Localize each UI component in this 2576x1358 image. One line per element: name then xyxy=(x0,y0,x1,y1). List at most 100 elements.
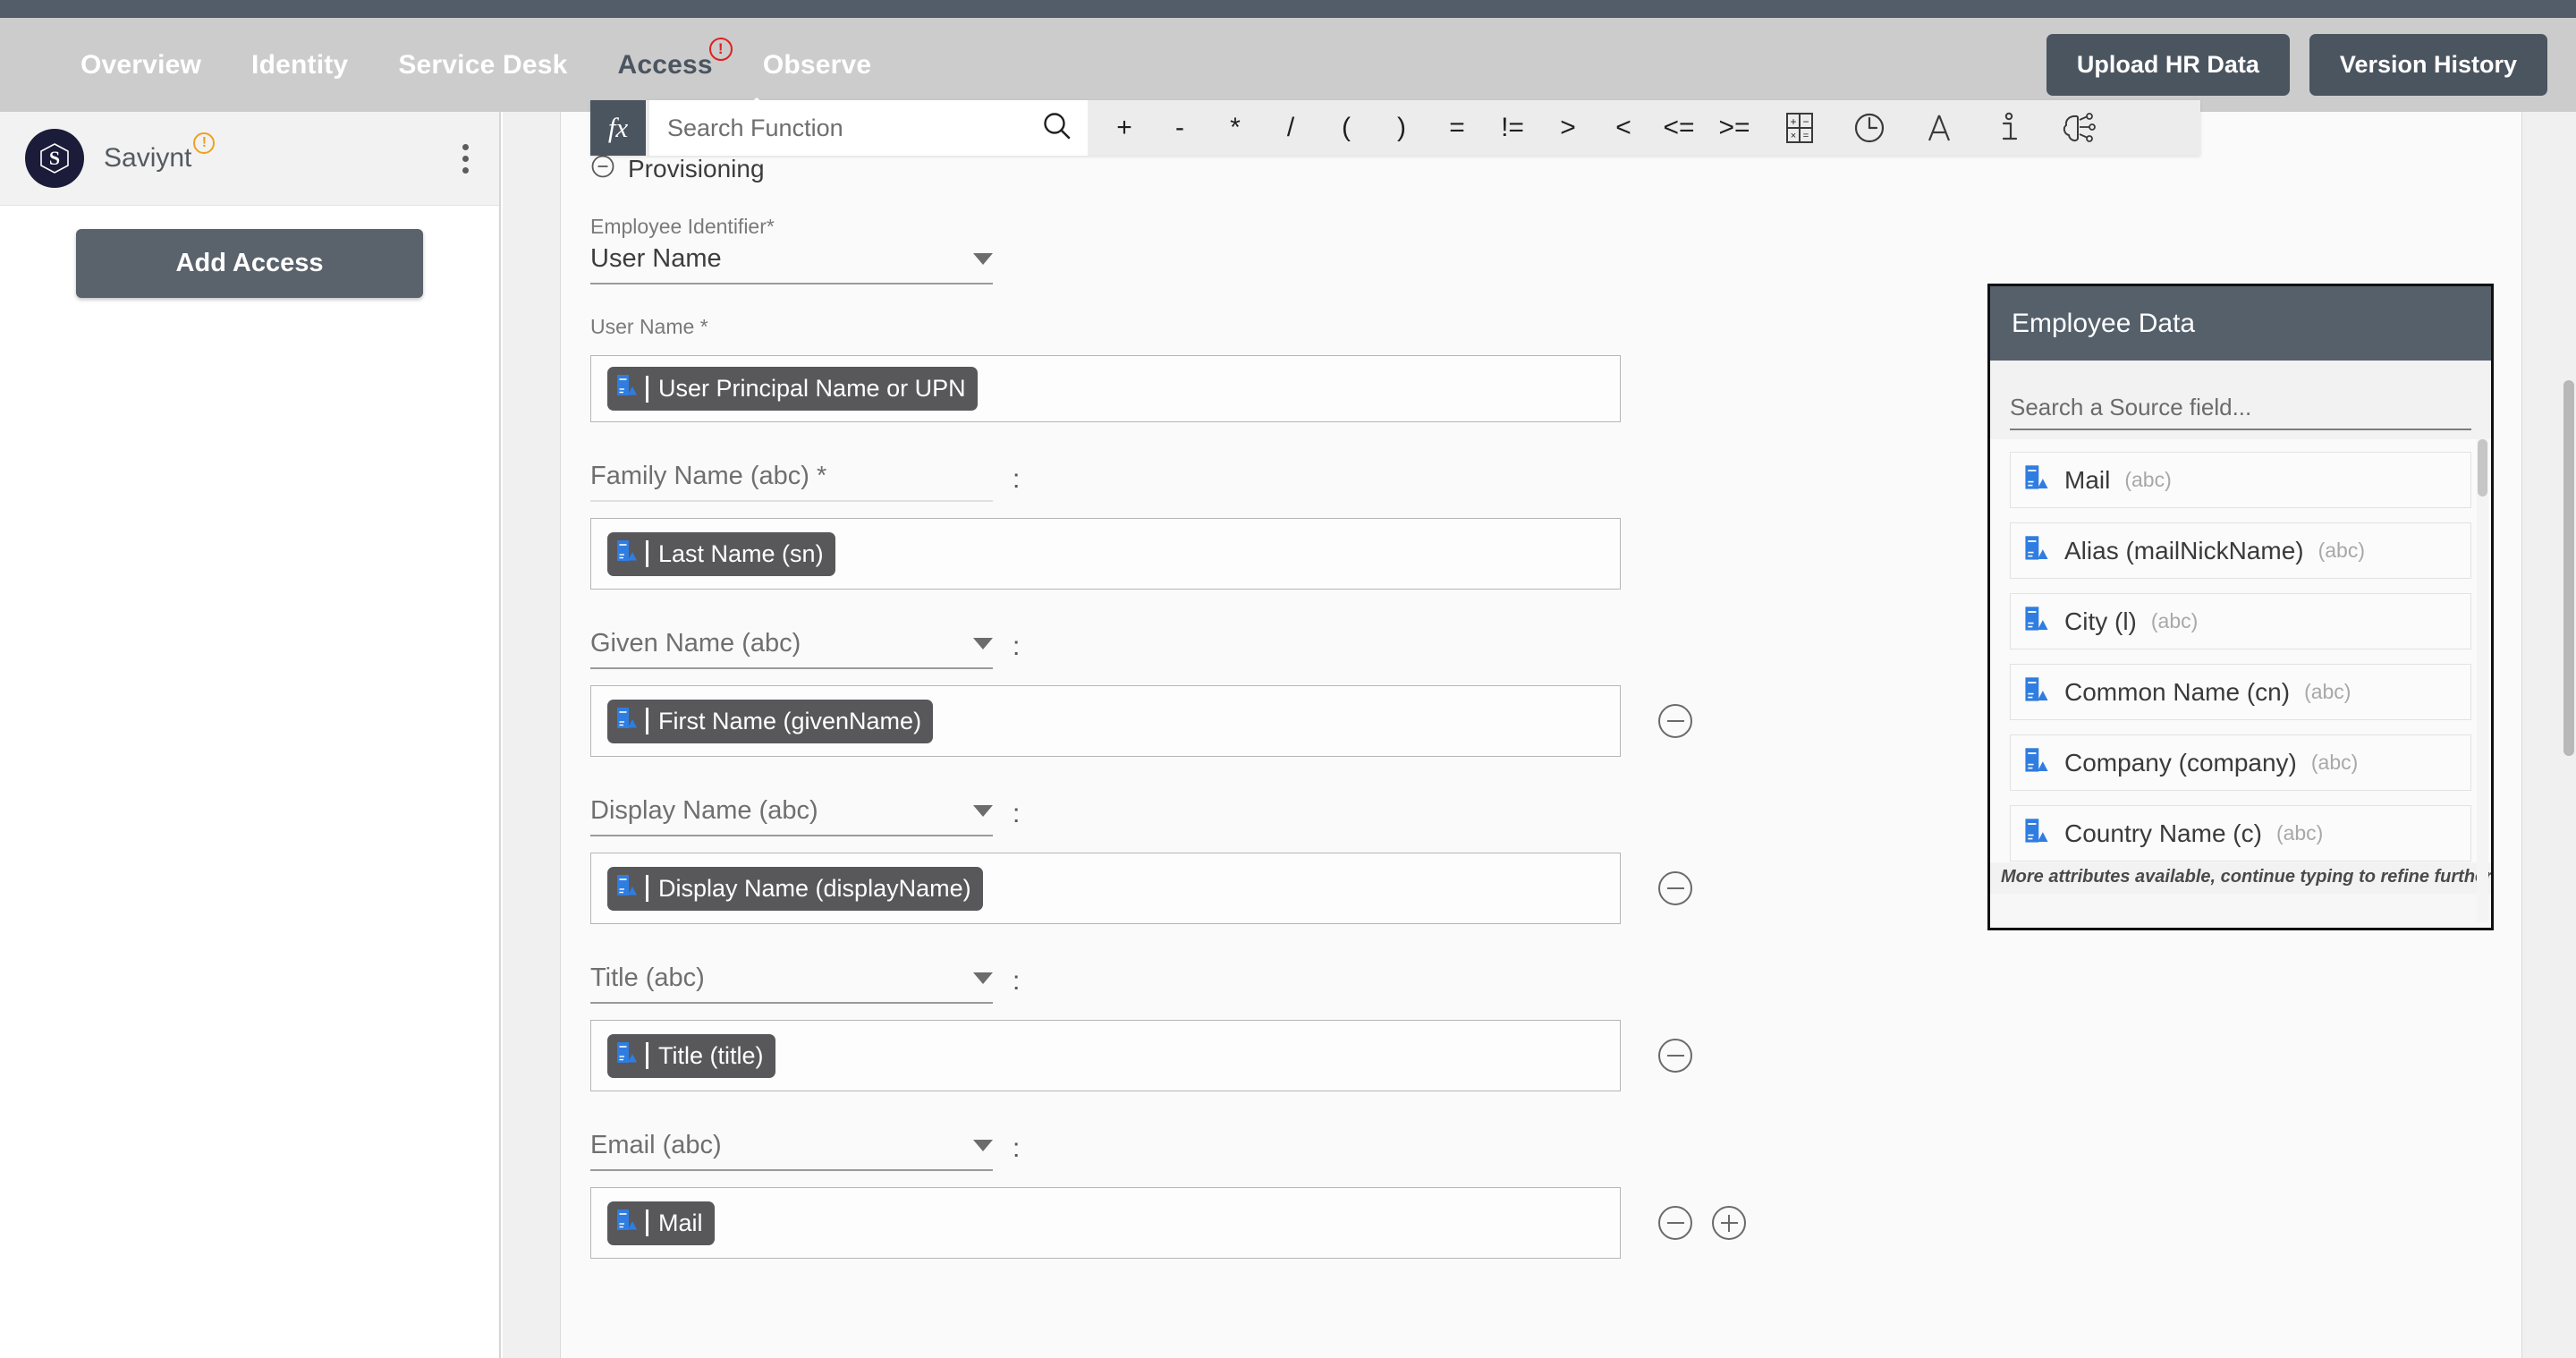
left-sidebar: S Saviynt ! Add Access xyxy=(0,112,501,1358)
field-label: Display Name (abc) xyxy=(590,796,818,825)
clock-icon[interactable] xyxy=(1848,106,1891,149)
list-item[interactable]: Alias (mailNickName) (abc) xyxy=(2010,522,2471,579)
ai-brain-icon[interactable] xyxy=(2057,106,2100,149)
chip-divider xyxy=(646,875,648,902)
attribute-chip[interactable]: Mail xyxy=(607,1201,715,1245)
minus-circle-icon[interactable] xyxy=(590,154,615,183)
family-name-label-field[interactable]: Family Name (abc) * xyxy=(590,462,993,502)
chip-input-given-name[interactable]: First Name (givenName) xyxy=(590,685,1621,757)
panel-scrollbar[interactable] xyxy=(2477,439,2488,922)
nav-item-observe[interactable]: Observe xyxy=(738,50,896,81)
source-field-icon xyxy=(2023,605,2050,638)
chip-input-title[interactable]: Title (title) xyxy=(590,1020,1621,1091)
saviynt-logo-icon: S xyxy=(25,129,84,188)
nav-item-identity[interactable]: Identity xyxy=(226,50,373,81)
add-row-button[interactable] xyxy=(1712,1206,1746,1240)
field-email: Email (abc) : Mail xyxy=(590,1131,1932,1259)
field-employee-identifier: Employee Identifier* User Name xyxy=(590,215,1932,284)
remove-row-button[interactable] xyxy=(1658,704,1692,738)
add-access-button[interactable]: Add Access xyxy=(76,229,423,298)
list-item[interactable]: Country Name (c) (abc) xyxy=(2010,805,2471,861)
chip-row: Mail xyxy=(590,1171,1932,1259)
kebab-dot xyxy=(462,143,469,150)
upload-hr-data-button[interactable]: Upload HR Data xyxy=(2046,34,2290,96)
page-scrollbar-thumb[interactable] xyxy=(2563,380,2574,756)
nav-item-access[interactable]: Access ! xyxy=(593,37,738,81)
remove-row-button[interactable] xyxy=(1658,871,1692,905)
info-icon[interactable] xyxy=(1987,106,2030,149)
source-field-search[interactable] xyxy=(1990,361,2491,439)
list-item-type: (abc) xyxy=(2310,751,2359,774)
source-field-icon xyxy=(615,873,639,904)
more-options-icon[interactable] xyxy=(457,139,474,179)
operator-less-equal-button[interactable]: <= xyxy=(1651,100,1707,156)
attribute-chip[interactable]: Display Name (displayName) xyxy=(607,866,983,911)
chip-label: Display Name (displayName) xyxy=(658,874,971,902)
provisioning-section-header[interactable]: Provisioning xyxy=(590,154,765,183)
calculator-icon[interactable]: + − × = xyxy=(1778,106,1821,149)
row-controls xyxy=(1658,1206,1746,1240)
email-dropdown[interactable]: Email (abc) xyxy=(590,1131,993,1171)
source-field-icon xyxy=(615,373,639,404)
nav-item-overview[interactable]: Overview xyxy=(55,50,226,81)
source-field-list[interactable]: Mail (abc) Alias (mailNickName) (abc) Ci… xyxy=(1990,439,2491,894)
chip-row: Last Name (sn) xyxy=(590,502,1932,590)
chip-input-user-name[interactable]: User Principal Name or UPN xyxy=(590,355,1621,422)
attribute-chip[interactable]: First Name (givenName) xyxy=(607,699,934,743)
app-name-label: Saviynt xyxy=(104,143,192,173)
operator-multiply-button[interactable]: * xyxy=(1208,100,1263,156)
svg-text:−: − xyxy=(1802,115,1809,128)
list-item[interactable]: Common Name (cn) (abc) xyxy=(2010,664,2471,720)
panel-scrollbar-thumb[interactable] xyxy=(2478,439,2487,497)
list-item-label: Country Name (c) xyxy=(2064,819,2262,847)
title-dropdown[interactable]: Title (abc) xyxy=(590,963,993,1004)
list-item-label: Alias (mailNickName) xyxy=(2064,536,2304,564)
select-row: Email (abc) : xyxy=(590,1131,1932,1171)
fx-function-button[interactable]: fx xyxy=(590,100,646,156)
chip-input-display-name[interactable]: Display Name (displayName) xyxy=(590,853,1621,924)
list-item[interactable]: City (l) (abc) xyxy=(2010,593,2471,649)
minus-icon xyxy=(1666,719,1684,723)
operator-minus-button[interactable]: - xyxy=(1152,100,1208,156)
operator-equals-button[interactable]: = xyxy=(1429,100,1485,156)
search-function-input[interactable] xyxy=(667,114,1041,142)
remove-row-button[interactable] xyxy=(1658,1039,1692,1073)
version-history-button[interactable]: Version History xyxy=(2309,34,2547,96)
operator-not-equals-button[interactable]: != xyxy=(1485,100,1540,156)
minus-icon xyxy=(1666,1054,1684,1057)
list-item-type: (abc) xyxy=(2150,609,2199,632)
operator-plus-button[interactable]: + xyxy=(1097,100,1152,156)
attribute-chip[interactable]: Title (title) xyxy=(607,1033,775,1078)
source-field-icon xyxy=(2023,817,2050,850)
text-format-icon[interactable] xyxy=(1918,106,1961,149)
attribute-chip[interactable]: User Principal Name or UPN xyxy=(607,367,978,411)
source-field-icon xyxy=(2023,534,2050,567)
search-function-field[interactable] xyxy=(649,100,1088,156)
kebab-dot xyxy=(462,155,469,162)
attribute-chip[interactable]: Last Name (sn) xyxy=(607,531,835,576)
operator-open-paren-button[interactable]: ( xyxy=(1318,100,1374,156)
given-name-dropdown[interactable]: Given Name (abc) xyxy=(590,629,993,669)
operator-close-paren-button[interactable]: ) xyxy=(1374,100,1429,156)
svg-text:×: × xyxy=(1791,131,1796,141)
search-icon[interactable] xyxy=(1041,110,1073,147)
alert-badge-icon: ! xyxy=(708,37,733,61)
select-row: Given Name (abc) : xyxy=(590,629,1932,669)
operator-divide-button[interactable]: / xyxy=(1263,100,1318,156)
chip-input-email[interactable]: Mail xyxy=(590,1187,1621,1259)
display-name-dropdown[interactable]: Display Name (abc) xyxy=(590,796,993,836)
nav-item-service-desk[interactable]: Service Desk xyxy=(373,50,592,81)
operator-greater-equal-button[interactable]: >= xyxy=(1707,100,1762,156)
source-field-search-input[interactable] xyxy=(2010,394,2471,430)
row-controls xyxy=(1658,704,1692,738)
operator-greater-than-button[interactable]: > xyxy=(1540,100,1596,156)
list-item[interactable]: Mail (abc) xyxy=(2010,452,2471,508)
list-item[interactable]: Company (company) (abc) xyxy=(2010,734,2471,791)
operator-less-than-button[interactable]: < xyxy=(1596,100,1651,156)
chip-input-family-name[interactable]: Last Name (sn) xyxy=(590,518,1621,590)
employee-identifier-dropdown[interactable]: User Name xyxy=(590,244,993,284)
remove-row-button[interactable] xyxy=(1658,1206,1692,1240)
nav-item-label: Access xyxy=(617,49,713,80)
page-scrollbar[interactable] xyxy=(2562,112,2576,1358)
